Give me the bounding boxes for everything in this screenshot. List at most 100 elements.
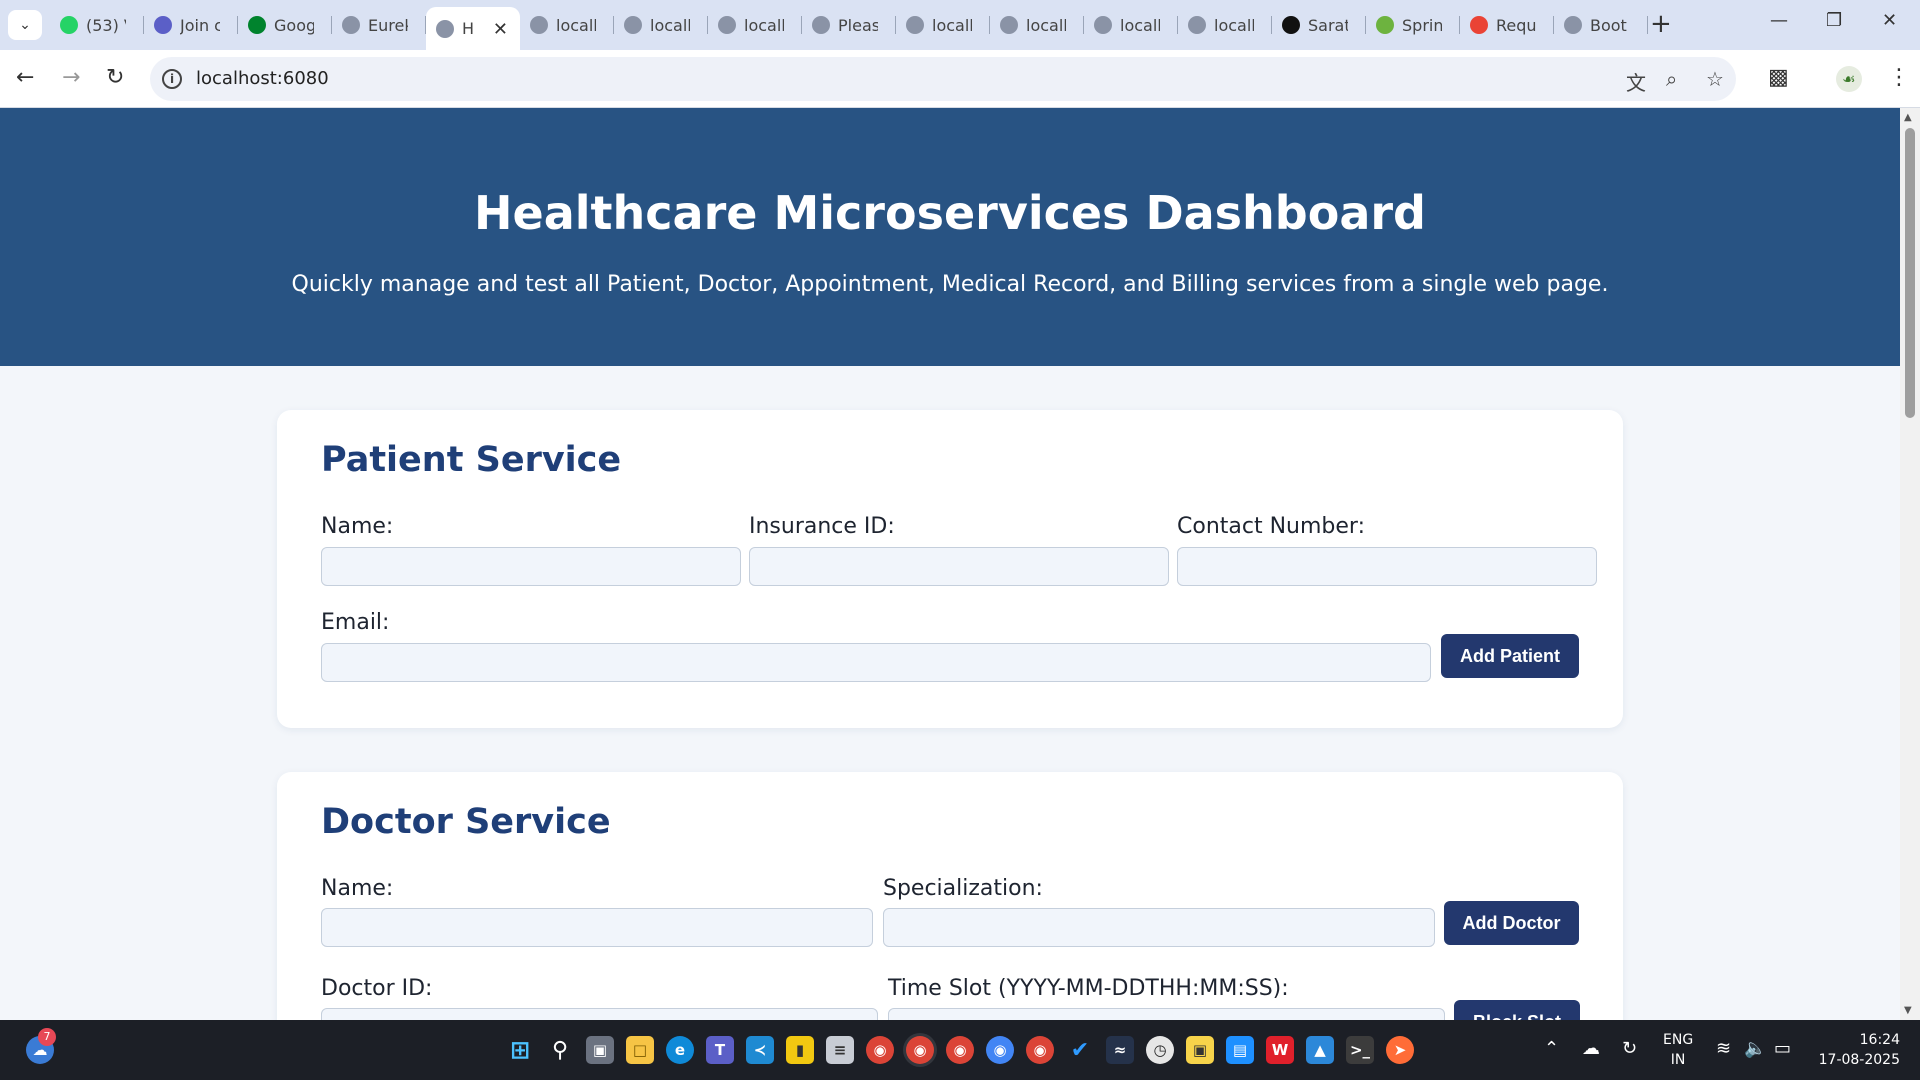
browser-tab[interactable]: locall — [708, 7, 802, 43]
input-language-indicator[interactable]: ENG IN — [1663, 1030, 1693, 1070]
browser-tab[interactable]: locall — [1084, 7, 1178, 43]
chrome-icon[interactable]: ◉ — [866, 1036, 894, 1064]
contact-number-input[interactable] — [1177, 547, 1597, 586]
browser-tab[interactable]: Join c — [144, 7, 238, 43]
page-subtitle: Quickly manage and test all Patient, Doc… — [291, 272, 1609, 297]
bookmark-star-icon[interactable]: ☆ — [1706, 67, 1724, 91]
todo-check-icon[interactable]: ✔ — [1066, 1036, 1094, 1064]
translate-icon[interactable]: 文 — [1626, 67, 1646, 96]
terminal-app-icon[interactable]: ≡ — [826, 1036, 854, 1064]
back-icon[interactable]: ← — [16, 65, 34, 90]
tab-title: locall — [650, 15, 690, 35]
teams-icon[interactable]: T — [706, 1036, 734, 1064]
volume-icon[interactable]: 🔈 — [1744, 1038, 1766, 1059]
chrome-profile-2-icon[interactable]: ◉ — [946, 1036, 974, 1064]
edge-icon[interactable]: e — [666, 1036, 694, 1064]
wps-office-icon[interactable]: W — [1266, 1036, 1294, 1064]
address-bar[interactable]: i localhost:6080 文 ⌕ ☆ — [150, 57, 1736, 101]
browser-tab[interactable]: (53) V — [50, 7, 144, 43]
github-icon — [1282, 16, 1300, 34]
gmail-icon — [1470, 16, 1488, 34]
sync-icon[interactable]: ↻ — [1622, 1038, 1637, 1059]
browser-tab[interactable]: locall — [520, 7, 614, 43]
chrome-active-icon[interactable]: ◉ — [906, 1036, 934, 1064]
reload-icon[interactable]: ↻ — [106, 65, 124, 90]
browser-tab[interactable]: locall — [1178, 7, 1272, 43]
photos-icon[interactable]: ▲ — [1306, 1036, 1334, 1064]
clock-time: 16:24 — [1859, 1032, 1900, 1048]
patient-name-input[interactable] — [321, 547, 741, 586]
doctor-service-heading: Doctor Service — [321, 802, 611, 842]
wireshark-icon[interactable]: ≈ — [1106, 1036, 1134, 1064]
new-tab-button[interactable]: + — [1650, 10, 1672, 38]
browser-tab[interactable]: Eurek — [332, 7, 426, 43]
doctor-id-input[interactable] — [321, 1008, 878, 1020]
tab-title: locall — [1026, 15, 1066, 35]
chrome-profile-4-icon[interactable]: ◉ — [1026, 1036, 1054, 1064]
windows-start-icon[interactable]: ⊞ — [506, 1036, 534, 1064]
scroll-up-icon[interactable]: ▲ — [1904, 112, 1912, 123]
vscode-icon[interactable]: ≺ — [746, 1036, 774, 1064]
browser-tab[interactable]: Sprin — [1366, 7, 1460, 43]
email-input[interactable] — [321, 643, 1431, 682]
browser-tab[interactable]: locall — [896, 7, 990, 43]
tray-overflow-chevron-icon[interactable]: ⌃ — [1544, 1038, 1559, 1059]
sticky-notes-icon[interactable]: ▣ — [1186, 1036, 1214, 1064]
block-slot-button[interactable]: Block Slot — [1454, 1000, 1580, 1020]
power-bi-icon[interactable]: ▮ — [786, 1036, 814, 1064]
menu-kebab-icon[interactable]: ⋮ — [1888, 65, 1910, 90]
browser-tab[interactable]: locall — [990, 7, 1084, 43]
site-info-icon[interactable]: i — [162, 69, 182, 89]
insurance-id-input[interactable] — [749, 547, 1169, 586]
wifi-icon[interactable]: ≋ — [1716, 1038, 1731, 1059]
browser-tab[interactable]: Pleas — [802, 7, 896, 43]
tab-search-button[interactable]: ⌄ — [8, 10, 42, 40]
minimize-icon[interactable]: — — [1770, 10, 1788, 31]
doctor-service-card: Doctor Service Name: Specialization: Add… — [277, 772, 1623, 1020]
specialization-label: Specialization: — [883, 876, 1043, 901]
clock-app-icon[interactable]: ◷ — [1146, 1036, 1174, 1064]
tab-list: (53) V Join c Goog Eurek H✕ locall locall local… — [50, 7, 1648, 50]
browser-tab[interactable]: Requ — [1460, 7, 1554, 43]
doctor-name-input[interactable] — [321, 908, 873, 947]
globe-icon — [624, 16, 642, 34]
tab-title: Boot — [1590, 15, 1627, 35]
globe-icon — [1094, 16, 1112, 34]
command-prompt-icon[interactable]: >_ — [1346, 1036, 1374, 1064]
specialization-input[interactable] — [883, 908, 1435, 947]
close-window-icon[interactable]: ✕ — [1882, 10, 1897, 31]
page-scrollbar[interactable]: ▲ ▼ — [1900, 108, 1920, 1020]
scroll-down-icon[interactable]: ▼ — [1904, 1005, 1912, 1016]
url-text[interactable]: localhost:6080 — [196, 68, 329, 89]
scrollbar-thumb[interactable] — [1905, 128, 1915, 418]
profile-avatar[interactable]: ☙ — [1836, 65, 1862, 92]
search-icon[interactable]: ⚲ — [546, 1036, 574, 1064]
postman-icon[interactable]: ➤ — [1386, 1036, 1414, 1064]
browser-tab[interactable]: H ✕ — [426, 7, 520, 50]
close-tab-icon[interactable]: ✕ — [493, 19, 508, 40]
browser-tab[interactable]: Sarat — [1272, 7, 1366, 43]
tab-title: locall — [1120, 15, 1160, 35]
system-clock[interactable]: 16:24 17-08-2025 — [1812, 1030, 1900, 1070]
file-explorer-icon[interactable]: □ — [626, 1036, 654, 1064]
onedrive-offline-icon[interactable]: ☁ — [1582, 1038, 1600, 1059]
notepad-icon[interactable]: ▤ — [1226, 1036, 1254, 1064]
extensions-icon[interactable]: ▩ — [1768, 65, 1789, 90]
tab-title: Eurek — [368, 15, 408, 35]
email-label: Email: — [321, 610, 390, 635]
tab-title: locall — [932, 15, 972, 35]
forward-icon[interactable]: → — [62, 65, 80, 90]
page-viewport: Healthcare Microservices Dashboard Quick… — [0, 108, 1900, 1020]
time-slot-input[interactable] — [888, 1008, 1445, 1020]
zoom-icon[interactable]: ⌕ — [1666, 67, 1677, 91]
restore-icon[interactable]: ❐ — [1826, 10, 1842, 31]
chrome-profile-3-icon[interactable]: ◉ — [986, 1036, 1014, 1064]
browser-tab[interactable]: Goog — [238, 7, 332, 43]
task-view-icon[interactable]: ▣ — [586, 1036, 614, 1064]
browser-tab[interactable]: Boot — [1554, 7, 1648, 43]
browser-tab[interactable]: locall — [614, 7, 708, 43]
battery-icon[interactable]: ▭ — [1774, 1038, 1791, 1059]
add-patient-button[interactable]: Add Patient — [1441, 634, 1579, 678]
patient-service-heading: Patient Service — [321, 440, 622, 480]
add-doctor-button[interactable]: Add Doctor — [1444, 901, 1579, 945]
